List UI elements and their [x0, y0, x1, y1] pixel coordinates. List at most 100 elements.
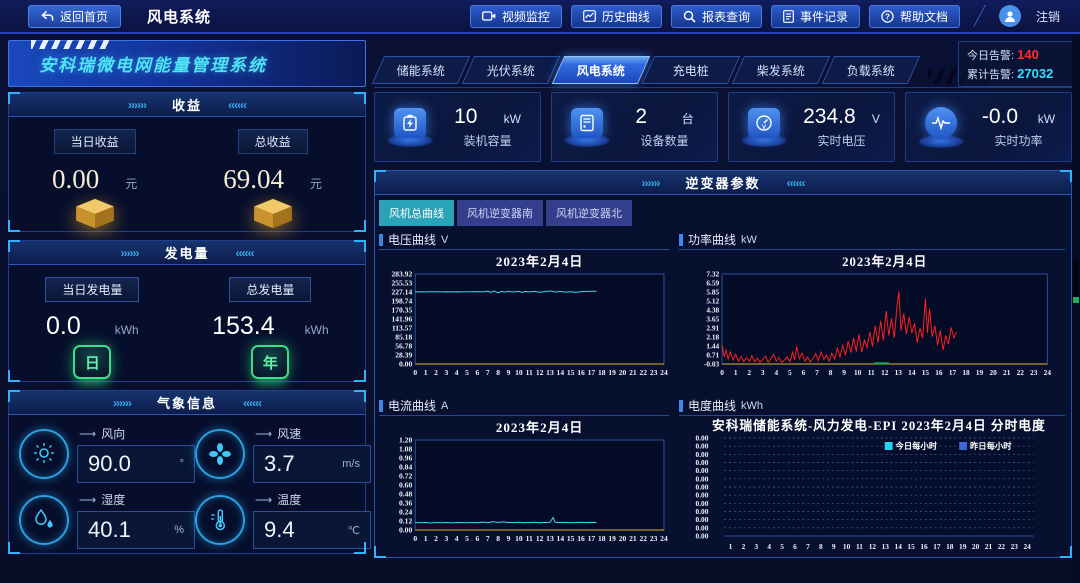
svg-text:23: 23 [1030, 368, 1038, 377]
tab-charging-pile[interactable]: 充电桩 [642, 56, 740, 84]
svg-text:8: 8 [496, 368, 500, 377]
svg-text:20: 20 [619, 534, 627, 543]
tab-load-system[interactable]: 负载系统 [822, 56, 920, 84]
svg-text:0.00: 0.00 [696, 531, 709, 540]
current-chart-canvas[interactable]: 2023年2月4日1.201.080.960.840.720.600.480.3… [379, 416, 669, 558]
header-divider [973, 5, 986, 27]
voltage-chart: 电压曲线 V 2023年2月4日283.92255.53227.14198.74… [379, 230, 669, 394]
history-curve-button[interactable]: 历史曲线 [571, 5, 662, 28]
history-curve-icon [583, 10, 596, 22]
voltmeter-icon: V [748, 108, 780, 138]
scrollbar-thumb[interactable] [1073, 258, 1079, 296]
wind-speed-label: 风速 [277, 425, 301, 442]
report-query-icon [683, 10, 696, 23]
svg-text:1.44: 1.44 [706, 341, 719, 350]
total-alarm-value: 27032 [1017, 66, 1053, 81]
svg-text:24: 24 [660, 368, 668, 377]
svg-text:10: 10 [515, 368, 523, 377]
tab-label: 柴发系统 [757, 62, 805, 79]
weather-panel: ›››››› 气象信息 ‹‹‹‹‹‹ ⟶风向 90.0 ° [8, 390, 366, 554]
help-doc-button[interactable]: ? 帮助文档 [869, 5, 960, 28]
legend-bar-icon [379, 400, 383, 412]
svg-text:10: 10 [843, 542, 851, 551]
svg-text:1: 1 [734, 368, 738, 377]
svg-text:5.12: 5.12 [706, 296, 719, 305]
svg-text:5: 5 [465, 368, 469, 377]
event-record-button[interactable]: 事件记录 [771, 5, 860, 28]
voltage-chart-canvas[interactable]: 2023年2月4日283.92255.53227.14198.74170.351… [379, 250, 669, 392]
humidity-cell: ⟶湿度 40.1 % [19, 491, 195, 549]
svg-text:113.57: 113.57 [392, 324, 413, 333]
temperature-unit: ℃ [348, 524, 360, 537]
chevron-left-decor: ‹‹‹‹‹‹ [228, 98, 246, 112]
svg-text:15: 15 [567, 368, 575, 377]
banner-divider-line [374, 87, 1072, 88]
report-query-button[interactable]: 报表查询 [671, 5, 762, 28]
brand-slashes-decor [31, 40, 111, 49]
svg-text:3: 3 [754, 542, 758, 551]
svg-text:14: 14 [895, 542, 903, 551]
energy-chart-canvas[interactable]: 安科瑞储能系统-风力发电-EPI 2023年2月4日 分时电度0.000.000… [679, 416, 1065, 558]
alarm-summary: 今日告警: 140 累计告警: 27032 [958, 41, 1074, 87]
svg-text:12: 12 [536, 368, 544, 377]
installed-capacity-label: 装机容量 [463, 132, 511, 149]
back-home-button[interactable]: 返回首页 [28, 5, 121, 28]
tab-diesel-system[interactable]: 柴发系统 [732, 56, 830, 84]
svg-text:0.00: 0.00 [399, 360, 412, 369]
device-count-label: 设备数量 [640, 132, 688, 149]
gold-box-icon [250, 197, 296, 231]
weather-panel-title: 气象信息 [157, 393, 217, 412]
svg-text:7.32: 7.32 [706, 269, 719, 278]
voltage-chart-label: 电压曲线 [388, 231, 436, 248]
svg-text:2: 2 [434, 368, 438, 377]
svg-text:11: 11 [868, 368, 875, 377]
user-avatar[interactable] [999, 5, 1021, 27]
top-header-bar: 返回首页 风电系统 视频监控 历史曲线 报表查询 事件记录 ? 帮助文档 [0, 0, 1080, 34]
video-monitor-button[interactable]: 视频监控 [470, 5, 562, 28]
user-icon [1003, 9, 1017, 23]
svg-text:12: 12 [869, 542, 877, 551]
svg-text:19: 19 [959, 542, 967, 551]
fan-icon [195, 429, 245, 479]
power-chart-canvas[interactable]: 2023年2月4日7.326.595.855.124.383.652.912.1… [679, 250, 1065, 392]
subtab-wind-total-curve[interactable]: 风机总曲线 [379, 200, 454, 226]
svg-text:28.39: 28.39 [395, 351, 412, 360]
current-chart: 电流曲线 A 2023年2月4日1.201.080.960.840.720.60… [379, 396, 669, 560]
temperature-label: 温度 [277, 491, 301, 508]
svg-text:今日每小时: 今日每小时 [895, 441, 938, 451]
page-title: 风电系统 [147, 6, 211, 27]
inverter-sub-tabs: 风机总曲线 风机逆变器南 风机逆变器北 [375, 195, 1071, 226]
svg-text:1: 1 [729, 542, 733, 551]
svg-text:227.14: 227.14 [391, 288, 412, 297]
legend-bar-icon [379, 234, 383, 246]
wind-direction-value-box: 90.0 ° [77, 445, 195, 483]
svg-text:20: 20 [972, 542, 980, 551]
revenue-panel: ›››››› 收益 ‹‹‹‹‹‹ 当日收益 0.00 元 总收益 69.04 元 [8, 92, 366, 232]
brand-title: 安科瑞微电网能量管理系统 [39, 51, 267, 76]
pointer-arrow-icon: ⟶ [79, 427, 96, 441]
daily-revenue-label: 当日收益 [54, 129, 136, 154]
installed-capacity-card: 10kW 装机容量 [374, 92, 541, 162]
svg-text:9: 9 [832, 542, 836, 551]
svg-text:5.85: 5.85 [706, 287, 719, 296]
subtab-wind-inverter-south[interactable]: 风机逆变器南 [457, 200, 543, 226]
svg-text:19: 19 [608, 534, 616, 543]
subtab-wind-inverter-north[interactable]: 风机逆变器北 [546, 200, 632, 226]
tab-pv-system[interactable]: 光伏系统 [462, 56, 560, 84]
page-scrollbar[interactable] [1072, 34, 1080, 583]
svg-text:7: 7 [806, 542, 810, 551]
video-monitor-icon [482, 10, 496, 22]
voltage-chart-unit: V [441, 234, 448, 246]
current-chart-label: 电流曲线 [388, 397, 436, 414]
tab-wind-system[interactable]: 风电系统 [552, 56, 650, 84]
energy-chart-label: 电度曲线 [688, 397, 736, 414]
wind-power-dashboard: 返回首页 风电系统 视频监控 历史曲线 报表查询 事件记录 ? 帮助文档 [0, 0, 1080, 583]
svg-text:6.59: 6.59 [706, 278, 719, 287]
svg-text:0.72: 0.72 [399, 472, 412, 481]
svg-text:5: 5 [780, 542, 784, 551]
legend-bar-icon [679, 234, 683, 246]
svg-text:4: 4 [767, 542, 771, 551]
svg-text:0.24: 0.24 [399, 508, 412, 517]
logout-button[interactable]: 注销 [1036, 8, 1060, 25]
tab-storage-system[interactable]: 储能系统 [372, 56, 470, 84]
